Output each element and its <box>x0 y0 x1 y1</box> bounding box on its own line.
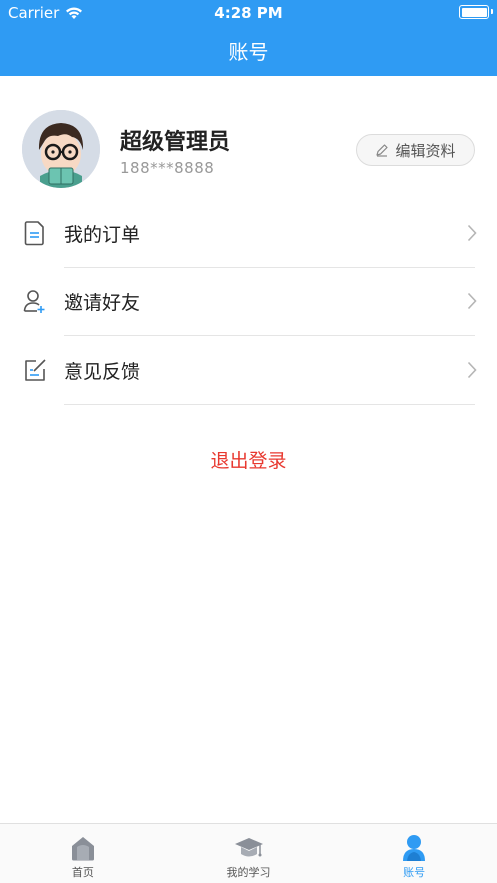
tab-bar: 首页 我的学习 账号 <box>0 823 497 883</box>
menu-item-label: 邀请好友 <box>64 292 141 314</box>
order-document-icon <box>24 221 44 246</box>
user-name: 超级管理员 <box>120 130 231 155</box>
edit-profile-label: 编辑资料 <box>395 141 456 160</box>
home-icon <box>71 837 94 861</box>
tab-label: 我的学习 <box>226 866 271 879</box>
status-bar: Carrier 4:28 PM <box>0 0 497 26</box>
menu-item-invite[interactable]: 邀请好友 <box>0 268 497 336</box>
chevron-right-icon <box>467 224 477 242</box>
menu-item-label: 意见反馈 <box>64 361 141 383</box>
avatar[interactable] <box>22 110 100 188</box>
tab-home[interactable]: 首页 <box>0 824 166 883</box>
status-time: 4:28 PM <box>214 4 283 22</box>
battery-fill <box>461 7 487 17</box>
chevron-right-icon <box>467 292 477 310</box>
profile-section: 超级管理员 188***8888 编辑资料 <box>0 100 497 200</box>
battery-tip <box>491 9 493 14</box>
tab-label: 首页 <box>71 866 94 879</box>
user-phone: 188***8888 <box>120 159 215 177</box>
tab-my-learning[interactable]: 我的学习 <box>166 824 332 883</box>
divider <box>64 404 475 405</box>
edit-profile-button[interactable]: 编辑资料 <box>356 134 475 166</box>
page-title: 账号 <box>228 40 269 64</box>
avatar-illustration <box>22 110 100 188</box>
app-header: Carrier 4:28 PM 账号 <box>0 0 497 76</box>
tab-label: 账号 <box>403 866 426 879</box>
tab-account[interactable]: 账号 <box>331 824 497 883</box>
invite-user-icon <box>23 290 45 313</box>
battery-icon <box>459 5 489 19</box>
logout-button[interactable]: 退出登录 <box>0 446 497 473</box>
user-icon <box>403 835 426 861</box>
divider <box>64 335 475 336</box>
chevron-right-icon <box>467 361 477 379</box>
feedback-edit-icon <box>25 359 46 381</box>
graduation-cap-icon <box>234 838 263 857</box>
menu-item-orders[interactable]: 我的订单 <box>0 200 497 268</box>
pencil-icon <box>376 144 389 157</box>
menu-item-feedback[interactable]: 意见反馈 <box>0 337 497 405</box>
menu-item-label: 我的订单 <box>64 224 141 246</box>
